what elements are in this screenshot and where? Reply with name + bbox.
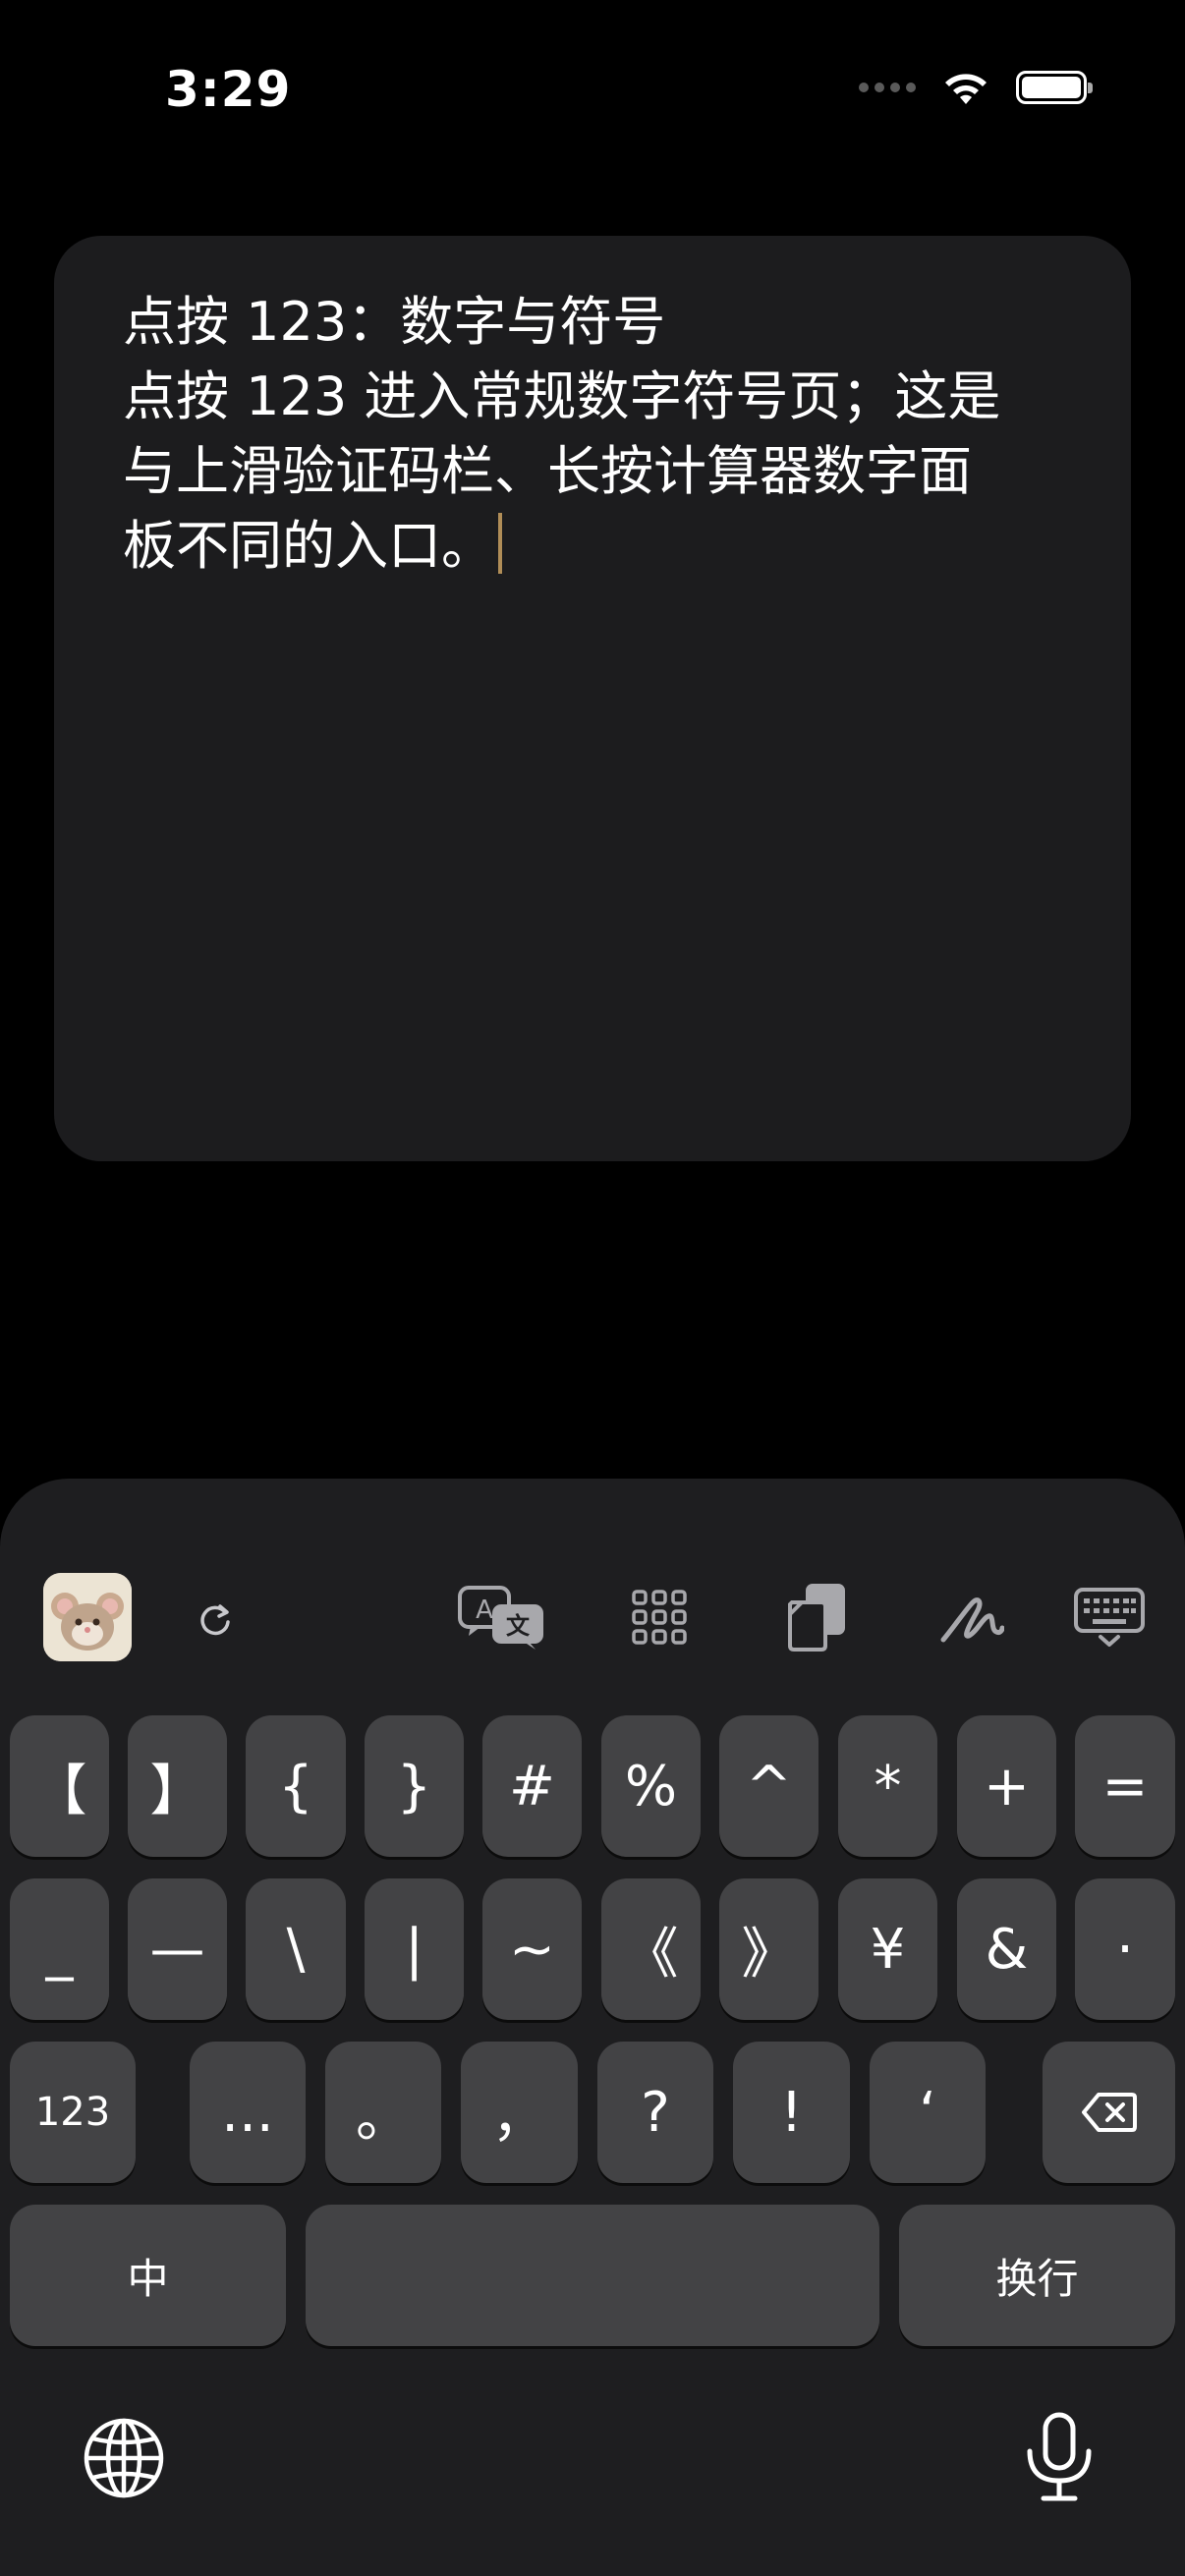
key-123-mode[interactable]: 123 bbox=[10, 2042, 136, 2183]
status-time: 3:29 bbox=[165, 61, 292, 118]
key-left-brace[interactable]: { bbox=[246, 1715, 346, 1857]
key-asterisk[interactable]: * bbox=[838, 1715, 937, 1857]
translate-icon[interactable]: A 文 bbox=[457, 1585, 547, 1650]
key-pipe[interactable]: | bbox=[365, 1878, 464, 2020]
backspace-key[interactable] bbox=[1043, 2042, 1175, 2183]
key-backslash[interactable]: \ bbox=[246, 1878, 346, 2020]
battery-icon bbox=[1016, 71, 1093, 104]
editor-line: 与上滑验证码栏、长按计算器数字面 bbox=[123, 440, 972, 502]
editor-line: 点按 123 进入常规数字符号页；这是 bbox=[123, 365, 1001, 427]
key-tilde[interactable]: ~ bbox=[482, 1878, 582, 2020]
editor-line: 点按 123：数字与符号 bbox=[123, 291, 666, 353]
microphone-icon[interactable] bbox=[1022, 2412, 1097, 2506]
keyboard-toolbar: A 文 bbox=[0, 1479, 1185, 1705]
key-ellipsis[interactable]: ... bbox=[190, 2042, 306, 2183]
key-caret[interactable]: ^ bbox=[719, 1715, 818, 1857]
editor-line: 板不同的入口。 bbox=[123, 515, 494, 577]
wifi-icon bbox=[945, 74, 987, 104]
key-left-lenticular-bracket[interactable]: 【 bbox=[10, 1715, 109, 1857]
chinese-mode-key[interactable]: 中 bbox=[10, 2205, 286, 2346]
text-caret bbox=[498, 513, 502, 574]
key-em-dash[interactable]: — bbox=[128, 1878, 227, 2020]
key-underscore[interactable]: _ bbox=[10, 1878, 109, 2020]
key-equals[interactable]: = bbox=[1075, 1715, 1175, 1857]
app-avatar-icon[interactable] bbox=[43, 1573, 132, 1661]
handwriting-icon[interactable] bbox=[939, 1589, 1004, 1648]
space-key[interactable] bbox=[306, 2205, 879, 2346]
key-percent[interactable]: % bbox=[601, 1715, 701, 1857]
key-left-double-angle[interactable]: 《 bbox=[601, 1878, 701, 2020]
key-middle-dot[interactable]: · bbox=[1075, 1878, 1175, 2020]
backspace-icon bbox=[1081, 2093, 1137, 2132]
grid-icon[interactable] bbox=[631, 1589, 688, 1646]
key-question[interactable]: ? bbox=[597, 2042, 713, 2183]
key-hash[interactable]: # bbox=[482, 1715, 582, 1857]
return-key[interactable]: 换行 bbox=[899, 2205, 1175, 2346]
key-full-stop[interactable]: 。 bbox=[325, 2042, 441, 2183]
cellular-signal-icon bbox=[859, 83, 916, 92]
key-ampersand[interactable]: & bbox=[957, 1878, 1056, 2020]
key-right-double-angle[interactable]: 》 bbox=[719, 1878, 818, 2020]
globe-icon[interactable] bbox=[83, 2417, 165, 2503]
clipboard-icon[interactable] bbox=[786, 1581, 849, 1652]
keyboard-hide-icon[interactable] bbox=[1073, 1587, 1146, 1648]
editor-text[interactable]: 点按 123：数字与符号 点按 123 进入常规数字符号页；这是 与上滑验证码栏… bbox=[123, 285, 1066, 584]
status-icons bbox=[859, 69, 1093, 106]
key-right-lenticular-bracket[interactable]: 】 bbox=[128, 1715, 227, 1857]
svg-text:文: 文 bbox=[506, 1612, 531, 1640]
key-apostrophe[interactable]: ‘ bbox=[870, 2042, 986, 2183]
key-exclamation[interactable]: ! bbox=[733, 2042, 850, 2183]
key-comma[interactable]: ， bbox=[461, 2042, 578, 2183]
key-yen[interactable]: ¥ bbox=[838, 1878, 937, 2020]
keyboard: A 文 bbox=[0, 1479, 1185, 2576]
key-right-brace[interactable]: } bbox=[365, 1715, 464, 1857]
text-editor[interactable]: 点按 123：数字与符号 点按 123 进入常规数字符号页；这是 与上滑验证码栏… bbox=[54, 236, 1131, 1161]
key-plus[interactable]: + bbox=[957, 1715, 1056, 1857]
svg-text:A: A bbox=[476, 1596, 493, 1625]
refresh-icon[interactable] bbox=[195, 1598, 236, 1640]
